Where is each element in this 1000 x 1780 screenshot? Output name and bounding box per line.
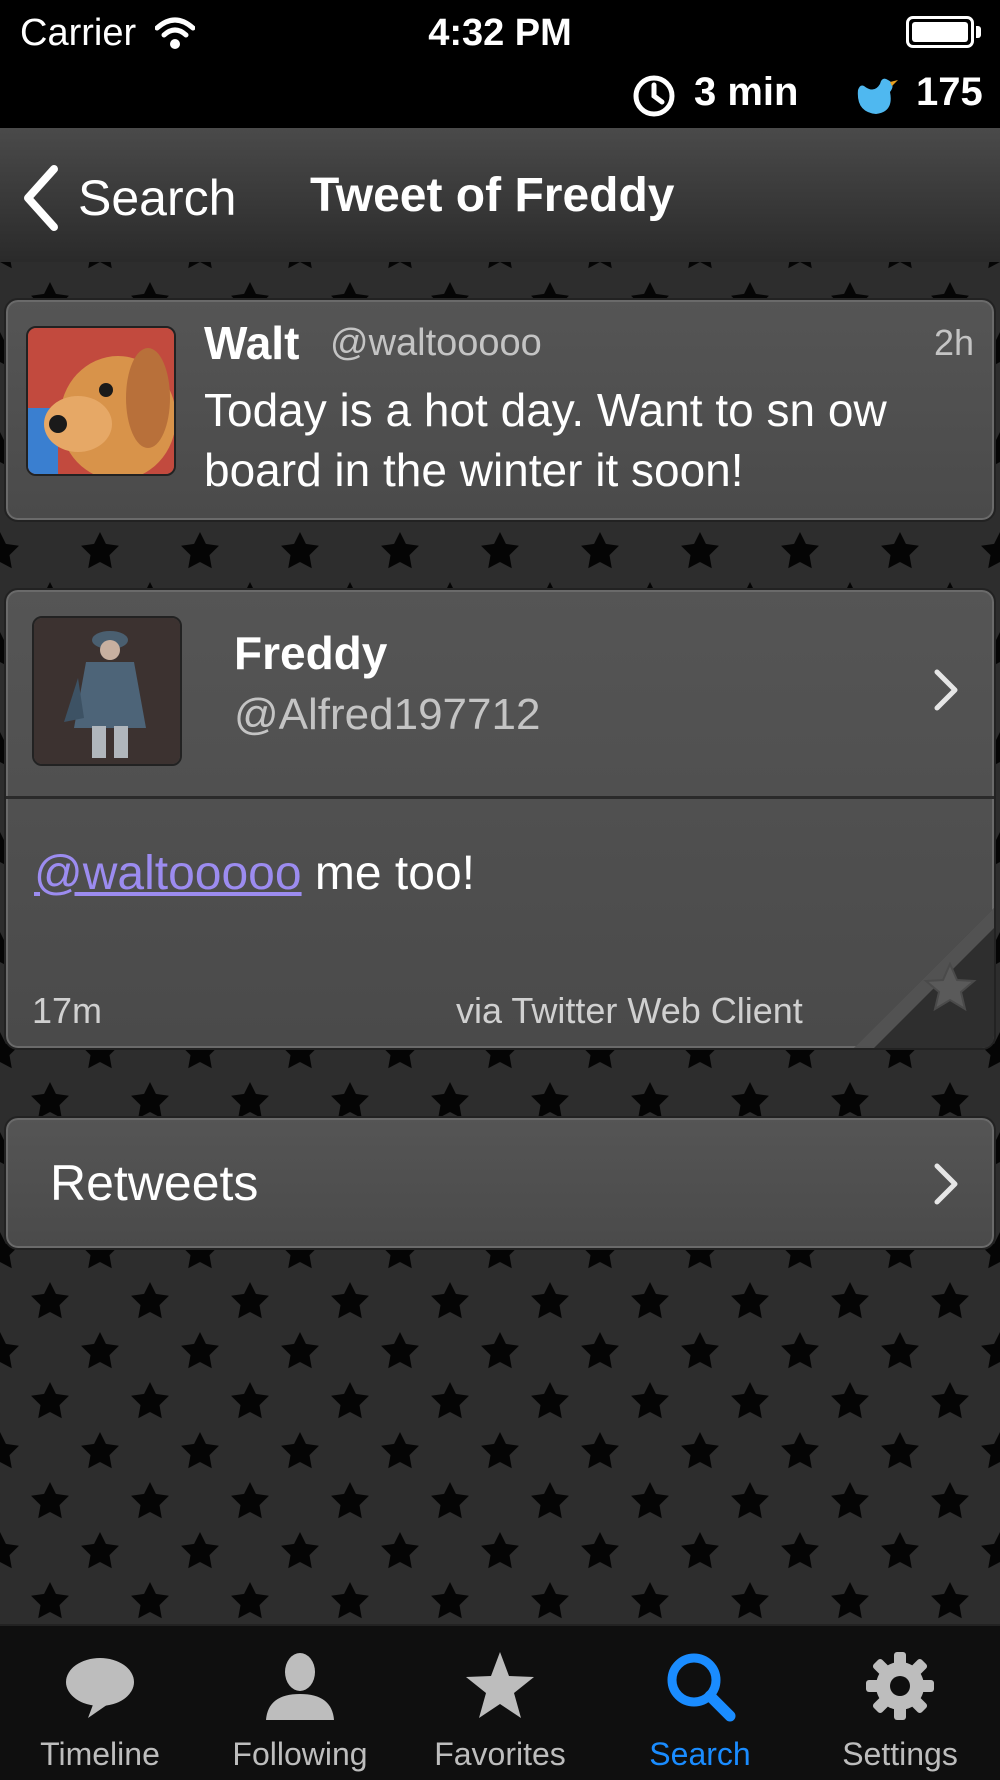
person-icon xyxy=(266,1653,334,1720)
tab-label: Favorites xyxy=(434,1736,566,1772)
chevron-right-icon xyxy=(934,1163,958,1205)
battery-icon xyxy=(906,16,974,48)
card-divider xyxy=(6,796,994,799)
tweet-text-body: me too! xyxy=(301,847,475,900)
dog-avatar-image xyxy=(28,328,174,474)
figure-avatar-image xyxy=(34,618,180,764)
avatar-walt[interactable] xyxy=(26,326,176,476)
tweet-timestamp: 17m xyxy=(32,990,103,1031)
tab-following[interactable]: Following xyxy=(200,1626,400,1780)
reply-timestamp: 2h xyxy=(934,322,975,363)
author-row[interactable]: Freddy @Alfred197712 xyxy=(6,590,994,796)
refresh-interval: 3 min xyxy=(694,70,799,114)
chevron-left-icon xyxy=(24,165,58,231)
star-icon xyxy=(466,1652,534,1718)
battery-tip xyxy=(976,26,981,38)
tab-label: Search xyxy=(649,1736,751,1772)
tweet-count: 175 xyxy=(916,70,983,114)
author-handle: @Alfred197712 xyxy=(234,690,541,739)
in-reply-to-tweet[interactable]: Walt @waltooooo 2h Today is a hot day. W… xyxy=(4,298,996,522)
tab-favorites[interactable]: Favorites xyxy=(400,1626,600,1780)
gear-icon xyxy=(866,1652,934,1720)
tab-label: Following xyxy=(232,1736,368,1772)
tab-settings[interactable]: Settings xyxy=(800,1626,1000,1780)
retweets-label: Retweets xyxy=(50,1155,259,1211)
tab-timeline[interactable]: Timeline xyxy=(0,1626,200,1780)
speech-bubble-icon xyxy=(66,1658,134,1718)
reply-author-name: Walt xyxy=(204,317,300,369)
tweet-source: via Twitter Web Client xyxy=(456,990,803,1031)
author-name: Freddy xyxy=(234,627,388,679)
avatar-freddy[interactable] xyxy=(32,616,182,766)
clock-icon xyxy=(633,75,675,117)
navigation-bar: Search Tweet of Freddy xyxy=(0,128,1000,264)
page-title: Tweet of Freddy xyxy=(310,169,675,222)
tab-bar: Timeline Following Favorites Search Sett… xyxy=(0,1624,1000,1780)
clock-time: 4:32 PM xyxy=(428,12,572,54)
reply-author-handle: @waltooooo xyxy=(330,322,542,364)
mention-link[interactable]: @waltooooo xyxy=(34,847,302,900)
tweet-text: @waltooooo me too! xyxy=(34,846,475,901)
tweet-detail-card: Freddy @Alfred197712 @waltooooo me too! … xyxy=(4,588,996,1050)
tab-search[interactable]: Search xyxy=(600,1626,800,1780)
back-button[interactable]: Search xyxy=(20,158,236,238)
back-button-label: Search xyxy=(78,170,237,226)
retweets-row[interactable]: Retweets xyxy=(4,1116,996,1250)
status-bar: Carrier 4:32 PM 3 min 175 xyxy=(0,0,1000,128)
magnifier-icon xyxy=(667,1653,736,1722)
chevron-right-icon xyxy=(934,669,958,711)
tab-label: Timeline xyxy=(40,1736,160,1772)
favorite-star-corner[interactable] xyxy=(854,908,994,1048)
bird-icon xyxy=(857,78,898,114)
reply-tweet-text: Today is a hot day. Want to sn ow board … xyxy=(204,384,887,496)
tab-label: Settings xyxy=(842,1736,958,1772)
